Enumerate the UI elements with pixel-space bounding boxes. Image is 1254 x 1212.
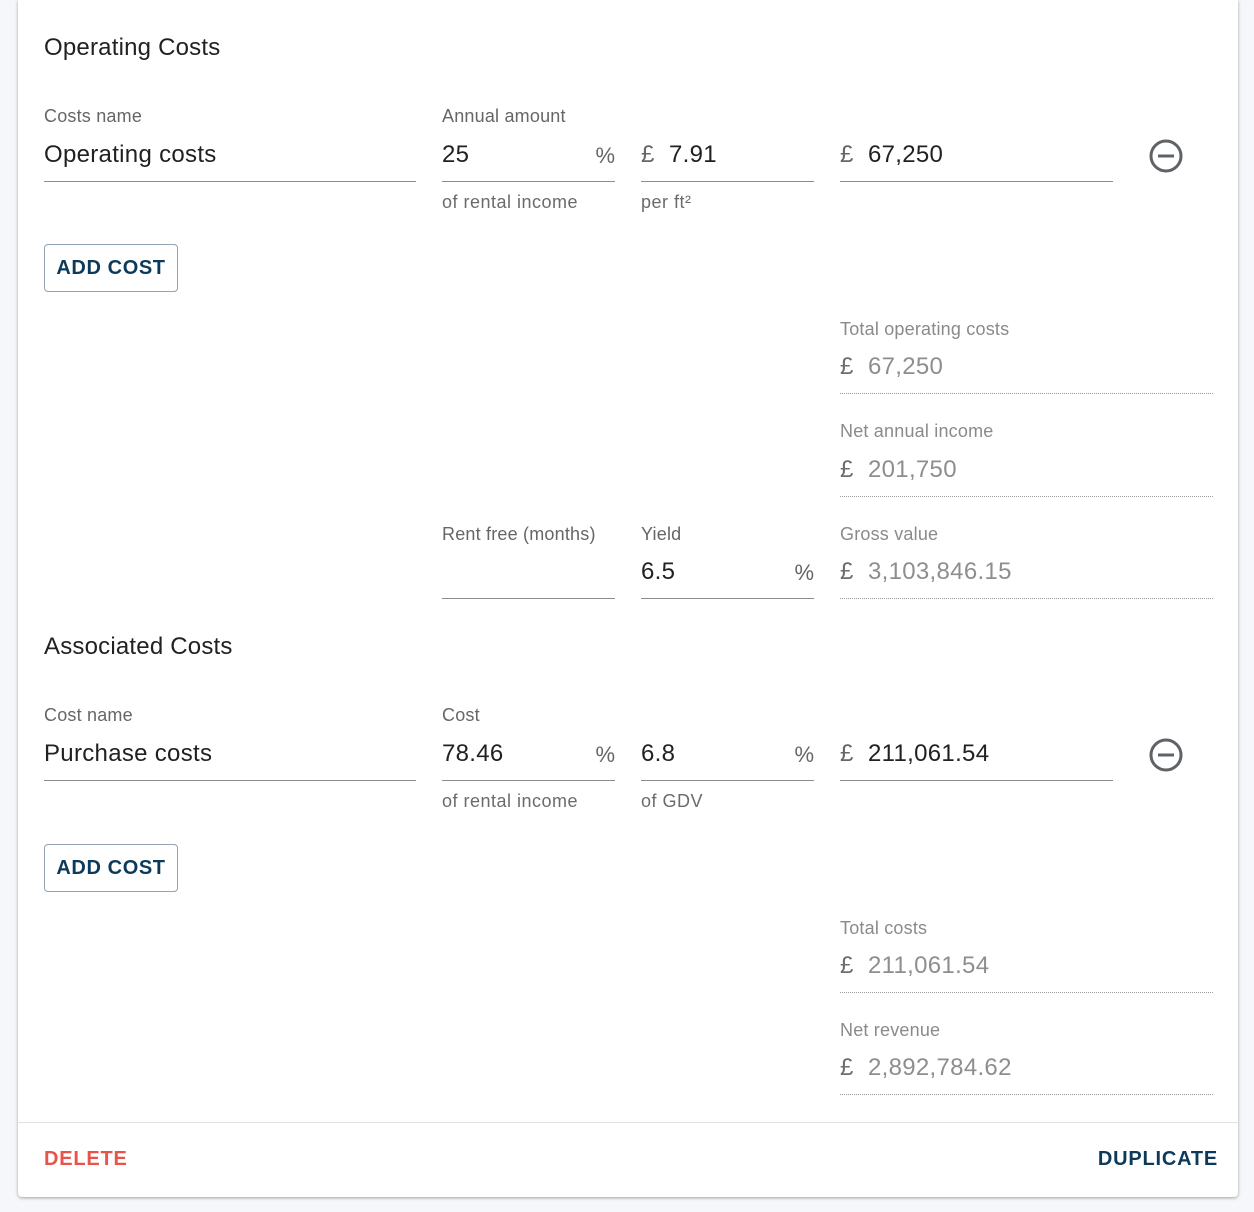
gross-value-label: Gross value bbox=[840, 524, 939, 544]
pound-prefix: £ bbox=[641, 141, 655, 168]
operating-cost-name-field[interactable]: Operating costs bbox=[44, 134, 416, 182]
remove-operating-cost-button[interactable] bbox=[1148, 138, 1184, 174]
cost-name-label: Cost name bbox=[44, 705, 133, 725]
net-annual-income-label: Net annual income bbox=[840, 421, 994, 441]
associated-costs-title: Associated Costs bbox=[44, 633, 233, 660]
remove-associated-cost-button[interactable] bbox=[1148, 737, 1184, 773]
pound-prefix: £ bbox=[840, 558, 854, 585]
operating-percent-helper: of rental income bbox=[442, 192, 579, 212]
percent-suffix: % bbox=[595, 742, 615, 767]
costs-name-label: Costs name bbox=[44, 106, 143, 126]
add-associated-cost-button[interactable]: ADD COST bbox=[44, 844, 178, 892]
total-operating-costs-label: Total operating costs bbox=[840, 319, 1010, 339]
footer-divider bbox=[18, 1122, 1238, 1123]
operating-cost-amount-value: 67,250 bbox=[868, 141, 944, 168]
associated-cost-percent-field[interactable]: 78.46 % bbox=[442, 733, 615, 781]
gross-value-field: £ 3,103,846.15 bbox=[840, 551, 1213, 599]
percent-suffix: % bbox=[794, 742, 814, 767]
net-annual-income-value: 201,750 bbox=[868, 456, 957, 483]
yield-label: Yield bbox=[641, 524, 682, 544]
gdv-helper: of GDV bbox=[641, 791, 704, 811]
associated-cost-percent-value: 78.46 bbox=[442, 740, 504, 767]
duplicate-button[interactable]: DUPLICATE bbox=[1098, 1148, 1218, 1171]
yield-value: 6.5 bbox=[641, 558, 676, 585]
associated-cost-amount-field[interactable]: £ 211,061.54 bbox=[840, 733, 1113, 781]
minus-circle-icon bbox=[1149, 139, 1183, 173]
pound-prefix: £ bbox=[840, 740, 854, 767]
total-costs-value: 211,061.54 bbox=[868, 952, 990, 979]
rent-free-label: Rent free (months) bbox=[442, 524, 596, 544]
associated-percent-helper: of rental income bbox=[442, 791, 579, 811]
rent-free-field[interactable] bbox=[442, 551, 615, 599]
net-annual-income-field: £ 201,750 bbox=[840, 449, 1213, 497]
pound-prefix: £ bbox=[840, 353, 854, 380]
associated-cost-amount-value: 211,061.54 bbox=[868, 740, 990, 767]
gross-value-value: 3,103,846.15 bbox=[868, 558, 1012, 585]
add-operating-cost-button[interactable]: ADD COST bbox=[44, 244, 178, 292]
total-operating-costs-field: £ 67,250 bbox=[840, 346, 1213, 394]
cost-label: Cost bbox=[442, 705, 480, 725]
property-costs-card: Operating Costs Costs name Annual amount… bbox=[18, 0, 1238, 1197]
associated-cost-name-field[interactable]: Purchase costs bbox=[44, 733, 416, 781]
per-ft-helper: per ft² bbox=[641, 192, 692, 212]
percent-suffix: % bbox=[794, 560, 814, 585]
net-revenue-field: £ 2,892,784.62 bbox=[840, 1047, 1213, 1095]
total-operating-costs-value: 67,250 bbox=[868, 353, 944, 380]
annual-amount-label: Annual amount bbox=[442, 106, 566, 126]
operating-cost-name-value: Operating costs bbox=[44, 141, 217, 168]
operating-cost-per-ft-field[interactable]: £ 7.91 bbox=[641, 134, 814, 182]
minus-circle-icon bbox=[1149, 738, 1183, 772]
operating-cost-percent-field[interactable]: 25 % bbox=[442, 134, 615, 182]
total-costs-field: £ 211,061.54 bbox=[840, 945, 1213, 993]
pound-prefix: £ bbox=[840, 456, 854, 483]
pound-prefix: £ bbox=[840, 952, 854, 979]
operating-costs-title: Operating Costs bbox=[44, 34, 221, 61]
pound-prefix: £ bbox=[840, 1054, 854, 1081]
operating-cost-amount-field[interactable]: £ 67,250 bbox=[840, 134, 1113, 182]
operating-cost-percent-value: 25 bbox=[442, 141, 470, 168]
net-revenue-label: Net revenue bbox=[840, 1020, 941, 1040]
delete-button[interactable]: DELETE bbox=[44, 1148, 128, 1171]
associated-cost-name-value: Purchase costs bbox=[44, 740, 213, 767]
associated-cost-gdv-value: 6.8 bbox=[641, 740, 676, 767]
pound-prefix: £ bbox=[840, 141, 854, 168]
operating-cost-per-ft-value: 7.91 bbox=[669, 141, 717, 168]
net-revenue-value: 2,892,784.62 bbox=[868, 1054, 1012, 1081]
percent-suffix: % bbox=[595, 143, 615, 168]
associated-cost-gdv-field[interactable]: 6.8 % bbox=[641, 733, 814, 781]
total-costs-label: Total costs bbox=[840, 918, 928, 938]
yield-field[interactable]: 6.5 % bbox=[641, 551, 814, 599]
